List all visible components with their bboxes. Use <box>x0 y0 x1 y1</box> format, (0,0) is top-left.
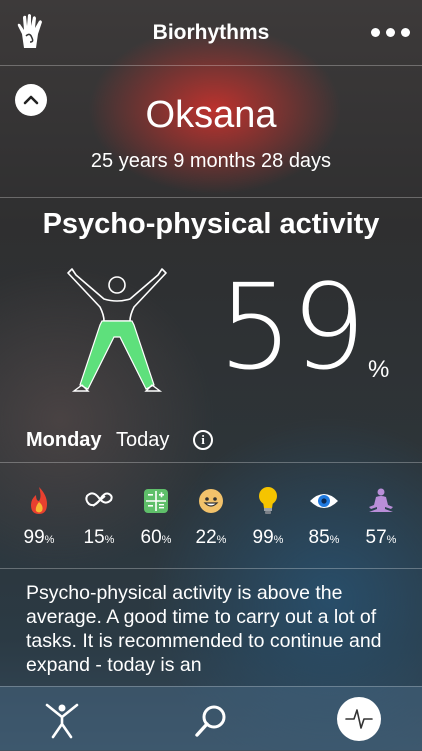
metric-value: 99 <box>252 527 274 548</box>
metrics-row: 99% 15% 60% 22% 99% 85% 57% <box>0 485 422 555</box>
metric-unit: % <box>386 534 397 546</box>
more-icon[interactable] <box>370 22 410 42</box>
metric-meditation[interactable]: 57% <box>355 485 407 549</box>
metric-unit: % <box>216 534 227 546</box>
meditation-icon <box>369 488 393 512</box>
divider <box>0 197 422 198</box>
tab-person[interactable] <box>42 701 82 741</box>
metric-eye[interactable]: 85% <box>298 485 350 549</box>
metric-unit: % <box>329 534 340 546</box>
metric-lightbulb[interactable]: 99% <box>242 485 294 549</box>
calculator-icon <box>144 489 168 513</box>
tab-search[interactable] <box>191 701 231 741</box>
tab-pulse[interactable] <box>337 697 381 741</box>
activity-title: Psycho-physical activity <box>42 208 380 240</box>
metric-value: 85 <box>308 527 330 548</box>
metric-calculator[interactable]: 60% <box>130 485 182 549</box>
metric-fire[interactable]: 99% <box>13 485 65 549</box>
smiley-icon <box>199 489 223 513</box>
metric-value: 60 <box>140 527 162 548</box>
metric-unit: % <box>44 534 55 546</box>
metric-value: 99 <box>23 527 45 548</box>
metric-smiley[interactable]: 22% <box>185 485 237 549</box>
metric-unit: % <box>104 534 115 546</box>
metric-unit: % <box>161 534 172 546</box>
user-age: 25 years 9 months 28 days <box>90 150 332 172</box>
info-icon[interactable]: i <box>193 430 213 450</box>
search-icon <box>195 705 226 737</box>
fire-icon <box>31 487 47 514</box>
activity-description: Psycho-physical activity is above the av… <box>26 582 382 676</box>
body-figure-icon <box>64 265 170 395</box>
divider <box>0 65 422 66</box>
metric-value: 57 <box>365 527 387 548</box>
metric-infinity[interactable]: 15% <box>73 485 125 549</box>
activity-percent: 59 <box>218 258 366 396</box>
metric-unit: % <box>273 534 284 546</box>
divider <box>0 568 422 569</box>
person-icon <box>45 703 79 739</box>
infinity-icon <box>85 492 113 507</box>
user-name: Oksana <box>145 94 277 136</box>
divider <box>0 462 422 463</box>
day-label: Monday <box>26 429 102 451</box>
eye-icon <box>310 494 338 508</box>
pulse-icon <box>345 709 373 729</box>
percent-sign: % <box>368 356 390 383</box>
metric-value: 15 <box>83 527 105 548</box>
app-title: Biorhythms <box>152 21 270 44</box>
metric-value: 22 <box>195 527 217 548</box>
top-bar: Biorhythms <box>0 0 422 65</box>
lightbulb-icon <box>259 487 277 514</box>
bottom-tab-bar <box>0 686 422 751</box>
today-link[interactable]: Today <box>116 429 169 452</box>
